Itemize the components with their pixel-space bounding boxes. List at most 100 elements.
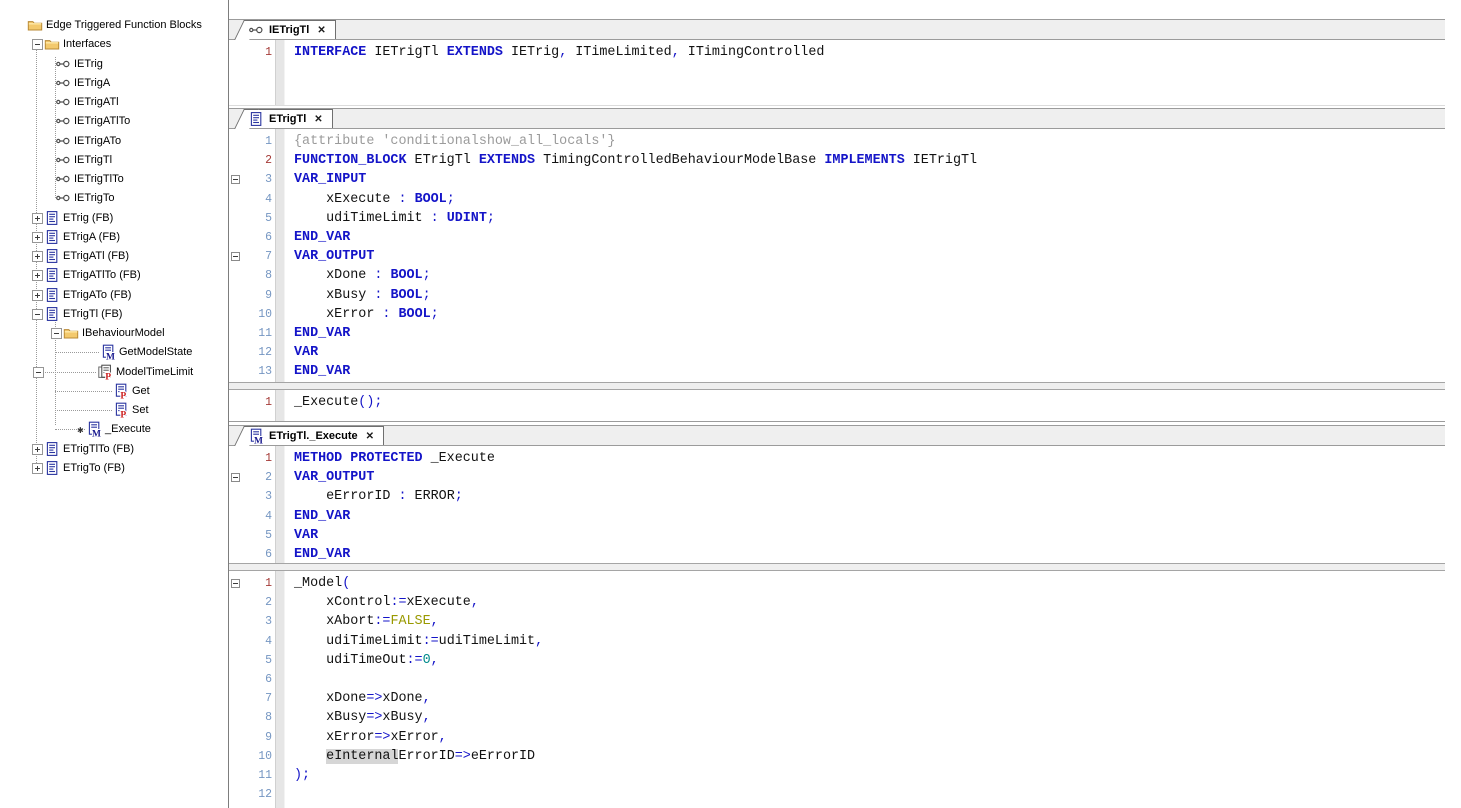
- implementation-editor[interactable]: 1_Model(2 xControl:=xExecute,3 xAbort:=F…: [229, 571, 1445, 808]
- tree-item-ietrigtlto[interactable]: IETrigTlTo: [0, 170, 228, 189]
- declaration-editor[interactable]: 1INTERFACE IETrigTl EXTENDS IETrig, ITim…: [229, 40, 1445, 106]
- tree-item-label: IETrigATo: [74, 135, 121, 147]
- line-number: 1: [229, 393, 272, 412]
- tree-item-execute[interactable]: ✱M_Execute: [0, 420, 228, 439]
- expand-icon[interactable]: [32, 213, 43, 224]
- tree-item-etrigatl-fb[interactable]: ETrigATl (FB): [0, 247, 228, 266]
- code-token: INTERFACE: [294, 45, 366, 60]
- code-text: xBusy=>xBusy,: [294, 708, 431, 727]
- tree-item-ietrigtl[interactable]: IETrigTl: [0, 151, 228, 170]
- close-icon[interactable]: ✕: [314, 114, 322, 125]
- tree-item-edge-triggered-function-blocks[interactable]: Edge Triggered Function Blocks: [0, 16, 228, 35]
- tree-item-etriga-fb[interactable]: ETrigA (FB): [0, 228, 228, 247]
- tree-item-get[interactable]: PGet: [0, 382, 228, 401]
- implementation-editor[interactable]: 1_Execute();: [229, 390, 1445, 422]
- tree-item-etrigto-fb[interactable]: ETrigTo (FB): [0, 459, 228, 478]
- tree-item-etrigtl-fb[interactable]: ETrigTl (FB): [0, 305, 228, 324]
- code-line: 10 eInternalErrorID=>eErrorID: [229, 747, 1445, 766]
- editor-splitter[interactable]: [229, 563, 1445, 571]
- tree-item-ietrigato[interactable]: IETrigATo: [0, 132, 228, 151]
- svg-text:P: P: [105, 372, 111, 379]
- collapse-icon[interactable]: [32, 309, 43, 320]
- line-number: 1: [229, 132, 272, 151]
- close-icon[interactable]: ✕: [317, 25, 325, 36]
- line-number: 3: [229, 170, 272, 189]
- tab-etrigtl[interactable]: ETrigTl✕: [246, 109, 333, 128]
- code-token: xError: [390, 730, 438, 745]
- code-token: BOOL: [390, 268, 422, 283]
- code-text: xAbort:=FALSE,: [294, 612, 439, 631]
- tree-item-etrig-fb[interactable]: ETrig (FB): [0, 209, 228, 228]
- code-token: xDone: [294, 691, 366, 706]
- code-token: udiTimeLimit: [294, 634, 423, 649]
- line-number: 2: [229, 151, 272, 170]
- declaration-editor[interactable]: 1METHOD PROTECTED _Execute2VAR_OUTPUT3 e…: [229, 446, 1445, 563]
- code-token: IETrig: [503, 45, 559, 60]
- code-token: ETrigTl: [407, 153, 479, 168]
- code-token: UDINT: [447, 211, 487, 226]
- code-line: 1_Model(: [229, 574, 1445, 593]
- tree-item-etrigato-fb[interactable]: ETrigATo (FB): [0, 286, 228, 305]
- tree-item-label: ModelTimeLimit: [116, 366, 193, 378]
- tree-item-label: ETrigATlTo (FB): [63, 269, 141, 281]
- code-token: END_VAR: [294, 547, 350, 562]
- expand-icon[interactable]: [32, 270, 43, 281]
- code-token: udiTimeLimit: [439, 634, 535, 649]
- tree-item-ietriga[interactable]: IETrigA: [0, 74, 228, 93]
- declaration-editor[interactable]: 1 {attribute 'conditionalshow_all_locals'…: [229, 129, 1445, 382]
- tree-item-ietrigto[interactable]: IETrigTo: [0, 189, 228, 208]
- tab-ietrigtl[interactable]: IETrigTl ✕: [246, 20, 336, 39]
- code-token: [390, 307, 398, 322]
- code-token: ERROR: [407, 489, 455, 504]
- expand-icon[interactable]: [32, 290, 43, 301]
- tree-item-ietrigatl[interactable]: IETrigATl: [0, 93, 228, 112]
- code-token: ;: [423, 268, 431, 283]
- tree-item-etrigtlto-fb[interactable]: ETrigTlTo (FB): [0, 440, 228, 459]
- code-token: udiTimeLimit: [294, 211, 431, 226]
- expand-icon[interactable]: [32, 232, 43, 243]
- tree-item-etrigatlto-fb[interactable]: ETrigATlTo (FB): [0, 266, 228, 285]
- tree-item-getmodelstate[interactable]: MGetModelState: [0, 343, 228, 362]
- expand-icon[interactable]: [32, 251, 43, 262]
- fb-icon: [44, 460, 60, 476]
- code-text: VAR_INPUT: [294, 170, 366, 189]
- code-token: {attribute 'conditionalshow_all_locals'}: [294, 134, 615, 149]
- expand-icon[interactable]: [32, 463, 43, 474]
- tab-label: IETrigTl: [269, 24, 309, 36]
- code-token: [439, 211, 447, 226]
- svg-text:M: M: [106, 353, 115, 361]
- code-text: VAR_OUTPUT: [294, 468, 374, 487]
- code-token: :: [431, 211, 439, 226]
- tree-item-ibehaviourmodel[interactable]: IBehaviourModel: [0, 324, 228, 343]
- code-token: BOOL: [415, 192, 447, 207]
- code-line: 5VAR: [229, 526, 1445, 545]
- code-token: xDone: [382, 691, 422, 706]
- code-line: 10 xError : BOOL;: [229, 305, 1445, 324]
- line-number: 4: [229, 632, 272, 651]
- code-line: 9 xError=>xError,: [229, 728, 1445, 747]
- tree-item-modeltimelimit[interactable]: P ModelTimeLimit: [0, 363, 228, 382]
- collapse-icon[interactable]: [33, 367, 44, 378]
- code-token: xError: [294, 307, 382, 322]
- close-icon[interactable]: ✕: [366, 431, 374, 442]
- code-token: END_VAR: [294, 364, 350, 379]
- line-number: 5: [229, 526, 272, 545]
- tree-item-ietrigatlto[interactable]: IETrigATlTo: [0, 112, 228, 131]
- code-token: TimingControlledBehaviourModelBase: [535, 153, 824, 168]
- collapse-icon[interactable]: [32, 39, 43, 50]
- code-token: END_VAR: [294, 509, 350, 524]
- tab-etrigtl-execute[interactable]: METrigTl._Execute✕: [246, 426, 384, 445]
- tree-item-ietrig[interactable]: IETrig: [0, 55, 228, 74]
- tree-item-interfaces[interactable]: Interfaces: [0, 35, 228, 54]
- line-number: 5: [229, 209, 272, 228]
- code-line: 9 xBusy : BOOL;: [229, 286, 1445, 305]
- collapse-icon[interactable]: [51, 328, 62, 339]
- editor-splitter[interactable]: [229, 382, 1445, 390]
- folder-icon: [44, 36, 60, 52]
- code-line: 7VAR_OUTPUT: [229, 247, 1445, 266]
- expand-icon[interactable]: [32, 444, 43, 455]
- code-token: [294, 749, 326, 764]
- line-number: 10: [229, 747, 272, 766]
- tree-item-set[interactable]: PSet: [0, 401, 228, 420]
- line-number: 6: [229, 228, 272, 247]
